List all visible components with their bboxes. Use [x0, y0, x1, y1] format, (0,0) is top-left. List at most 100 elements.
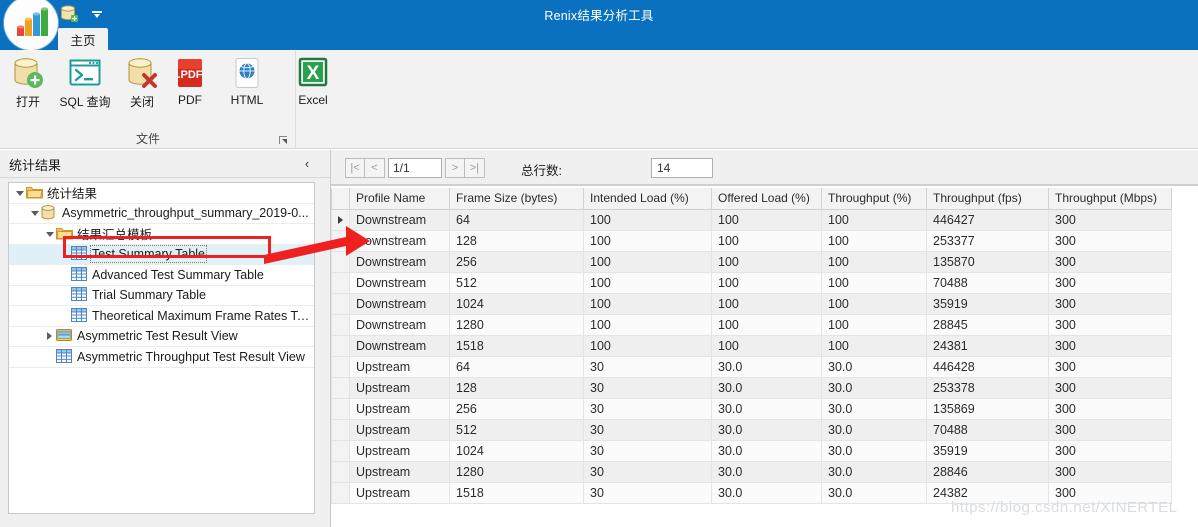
- cell-profile-name[interactable]: Downstream: [349, 334, 450, 357]
- cell-profile-name[interactable]: Upstream: [349, 418, 450, 441]
- row-header-cell[interactable]: [331, 250, 350, 273]
- table-row[interactable]: Downstream 1280 100 100 100 28845 300: [331, 313, 1172, 336]
- tab-home[interactable]: 主页: [58, 28, 108, 50]
- cell-frame-size[interactable]: 512: [449, 418, 584, 441]
- cell-offered-load[interactable]: 100: [711, 292, 822, 315]
- cell-throughput-mbps[interactable]: 300: [1048, 334, 1172, 357]
- tree-item[interactable]: Asymmetric Test Result View: [9, 326, 314, 347]
- cell-frame-size[interactable]: 256: [449, 397, 584, 420]
- tree-item[interactable]: Asymmetric Throughput Test Result View: [9, 347, 314, 368]
- cell-throughput-fps[interactable]: 35919: [926, 292, 1049, 315]
- tree-expander-icon[interactable]: [13, 183, 26, 203]
- cell-throughput-fps[interactable]: 24382: [926, 481, 1049, 504]
- cell-frame-size[interactable]: 128: [449, 376, 584, 399]
- table-row[interactable]: Upstream 64 30 30.0 30.0 446428 300: [331, 355, 1172, 378]
- cell-throughput-pct[interactable]: 30.0: [821, 439, 927, 462]
- column-header-intended-load[interactable]: Intended Load (%): [583, 188, 712, 210]
- cell-offered-load[interactable]: 100: [711, 208, 822, 231]
- cell-profile-name[interactable]: Downstream: [349, 313, 450, 336]
- last-page-button[interactable]: >|: [465, 158, 485, 178]
- cell-offered-load[interactable]: 30.0: [711, 376, 822, 399]
- cell-throughput-mbps[interactable]: 300: [1048, 481, 1172, 504]
- tree-expander-icon[interactable]: [43, 326, 56, 346]
- cell-throughput-pct[interactable]: 30.0: [821, 397, 927, 420]
- cell-throughput-pct[interactable]: 30.0: [821, 355, 927, 378]
- row-header-cell[interactable]: [331, 481, 350, 504]
- cell-throughput-fps[interactable]: 253378: [926, 376, 1049, 399]
- total-rows-input[interactable]: [651, 158, 713, 178]
- chevron-left-icon[interactable]: ‹: [300, 156, 314, 172]
- cell-offered-load[interactable]: 30.0: [711, 460, 822, 483]
- cell-throughput-mbps[interactable]: 300: [1048, 229, 1172, 252]
- tree-item[interactable]: Asymmetric_throughput_summary_2019-0...: [9, 204, 314, 224]
- row-header-cell[interactable]: [331, 439, 350, 462]
- cell-intended-load[interactable]: 30: [583, 460, 712, 483]
- cell-frame-size[interactable]: 128: [449, 229, 584, 252]
- row-header-cell[interactable]: [331, 208, 350, 231]
- qat-open-button[interactable]: [58, 3, 80, 25]
- cell-intended-load[interactable]: 100: [583, 313, 712, 336]
- cell-throughput-mbps[interactable]: 300: [1048, 208, 1172, 231]
- row-header-cell[interactable]: [331, 292, 350, 315]
- table-row[interactable]: Upstream 1280 30 30.0 30.0 28846 300: [331, 460, 1172, 483]
- next-page-button[interactable]: >: [445, 158, 465, 178]
- cell-profile-name[interactable]: Downstream: [349, 292, 450, 315]
- cell-intended-load[interactable]: 100: [583, 250, 712, 273]
- cell-offered-load[interactable]: 30.0: [711, 439, 822, 462]
- row-header-cell[interactable]: [331, 355, 350, 378]
- column-header-throughput-pct[interactable]: Throughput (%): [821, 188, 927, 210]
- tree-item[interactable]: 统计结果: [9, 183, 314, 204]
- first-page-button[interactable]: |<: [345, 158, 365, 178]
- ribbon-button-pdf[interactable]: .PDF PDF: [166, 54, 214, 107]
- tree-item[interactable]: Theoretical Maximum Frame Rates Ta...: [9, 306, 314, 327]
- column-header-throughput-mbps[interactable]: Throughput (Mbps): [1048, 188, 1172, 210]
- tree-item[interactable]: Trial Summary Table: [9, 286, 314, 306]
- cell-frame-size[interactable]: 1024: [449, 292, 584, 315]
- table-row[interactable]: Downstream 1518 100 100 100 24381 300: [331, 334, 1172, 357]
- cell-frame-size[interactable]: 1518: [449, 481, 584, 504]
- qat-customize-icon[interactable]: [90, 7, 104, 21]
- cell-throughput-mbps[interactable]: 300: [1048, 397, 1172, 420]
- cell-throughput-fps[interactable]: 70488: [926, 271, 1049, 294]
- cell-throughput-fps[interactable]: 70488: [926, 418, 1049, 441]
- cell-frame-size[interactable]: 64: [449, 355, 584, 378]
- page-input[interactable]: [388, 158, 442, 178]
- row-header-cell[interactable]: [331, 313, 350, 336]
- cell-throughput-pct[interactable]: 100: [821, 313, 927, 336]
- cell-throughput-fps[interactable]: 35919: [926, 439, 1049, 462]
- cell-throughput-fps[interactable]: 28845: [926, 313, 1049, 336]
- cell-intended-load[interactable]: 30: [583, 355, 712, 378]
- table-row[interactable]: Downstream 1024 100 100 100 35919 300: [331, 292, 1172, 315]
- cell-intended-load[interactable]: 100: [583, 208, 712, 231]
- column-header-throughput-fps[interactable]: Throughput (fps): [926, 188, 1049, 210]
- cell-profile-name[interactable]: Upstream: [349, 397, 450, 420]
- cell-profile-name[interactable]: Downstream: [349, 250, 450, 273]
- ribbon-button-sql-query[interactable]: SQL 查询: [52, 54, 118, 110]
- row-header-cell[interactable]: [331, 418, 350, 441]
- cell-throughput-pct[interactable]: 30.0: [821, 376, 927, 399]
- cell-throughput-pct[interactable]: 100: [821, 334, 927, 357]
- cell-throughput-fps[interactable]: 135869: [926, 397, 1049, 420]
- cell-frame-size[interactable]: 256: [449, 250, 584, 273]
- cell-throughput-mbps[interactable]: 300: [1048, 313, 1172, 336]
- cell-throughput-fps[interactable]: 24381: [926, 334, 1049, 357]
- tree-item[interactable]: Advanced Test Summary Table: [9, 265, 314, 286]
- table-row[interactable]: Downstream 256 100 100 100 135870 300: [331, 250, 1172, 273]
- cell-frame-size[interactable]: 1518: [449, 334, 584, 357]
- row-header-cell[interactable]: [331, 334, 350, 357]
- cell-throughput-pct[interactable]: 100: [821, 250, 927, 273]
- cell-offered-load[interactable]: 100: [711, 334, 822, 357]
- table-row[interactable]: Downstream 64 100 100 100 446427 300: [331, 208, 1172, 231]
- cell-throughput-mbps[interactable]: 300: [1048, 250, 1172, 273]
- cell-offered-load[interactable]: 100: [711, 229, 822, 252]
- cell-throughput-mbps[interactable]: 300: [1048, 460, 1172, 483]
- cell-throughput-fps[interactable]: 446428: [926, 355, 1049, 378]
- result-tree[interactable]: 统计结果 Asymmetric_throughput_summary_2019-0…: [8, 182, 315, 514]
- cell-profile-name[interactable]: Upstream: [349, 376, 450, 399]
- cell-throughput-pct[interactable]: 30.0: [821, 418, 927, 441]
- cell-intended-load[interactable]: 100: [583, 271, 712, 294]
- ribbon-button-excel[interactable]: X Excel: [280, 54, 346, 107]
- cell-frame-size[interactable]: 64: [449, 208, 584, 231]
- cell-profile-name[interactable]: Upstream: [349, 481, 450, 504]
- cell-intended-load[interactable]: 30: [583, 418, 712, 441]
